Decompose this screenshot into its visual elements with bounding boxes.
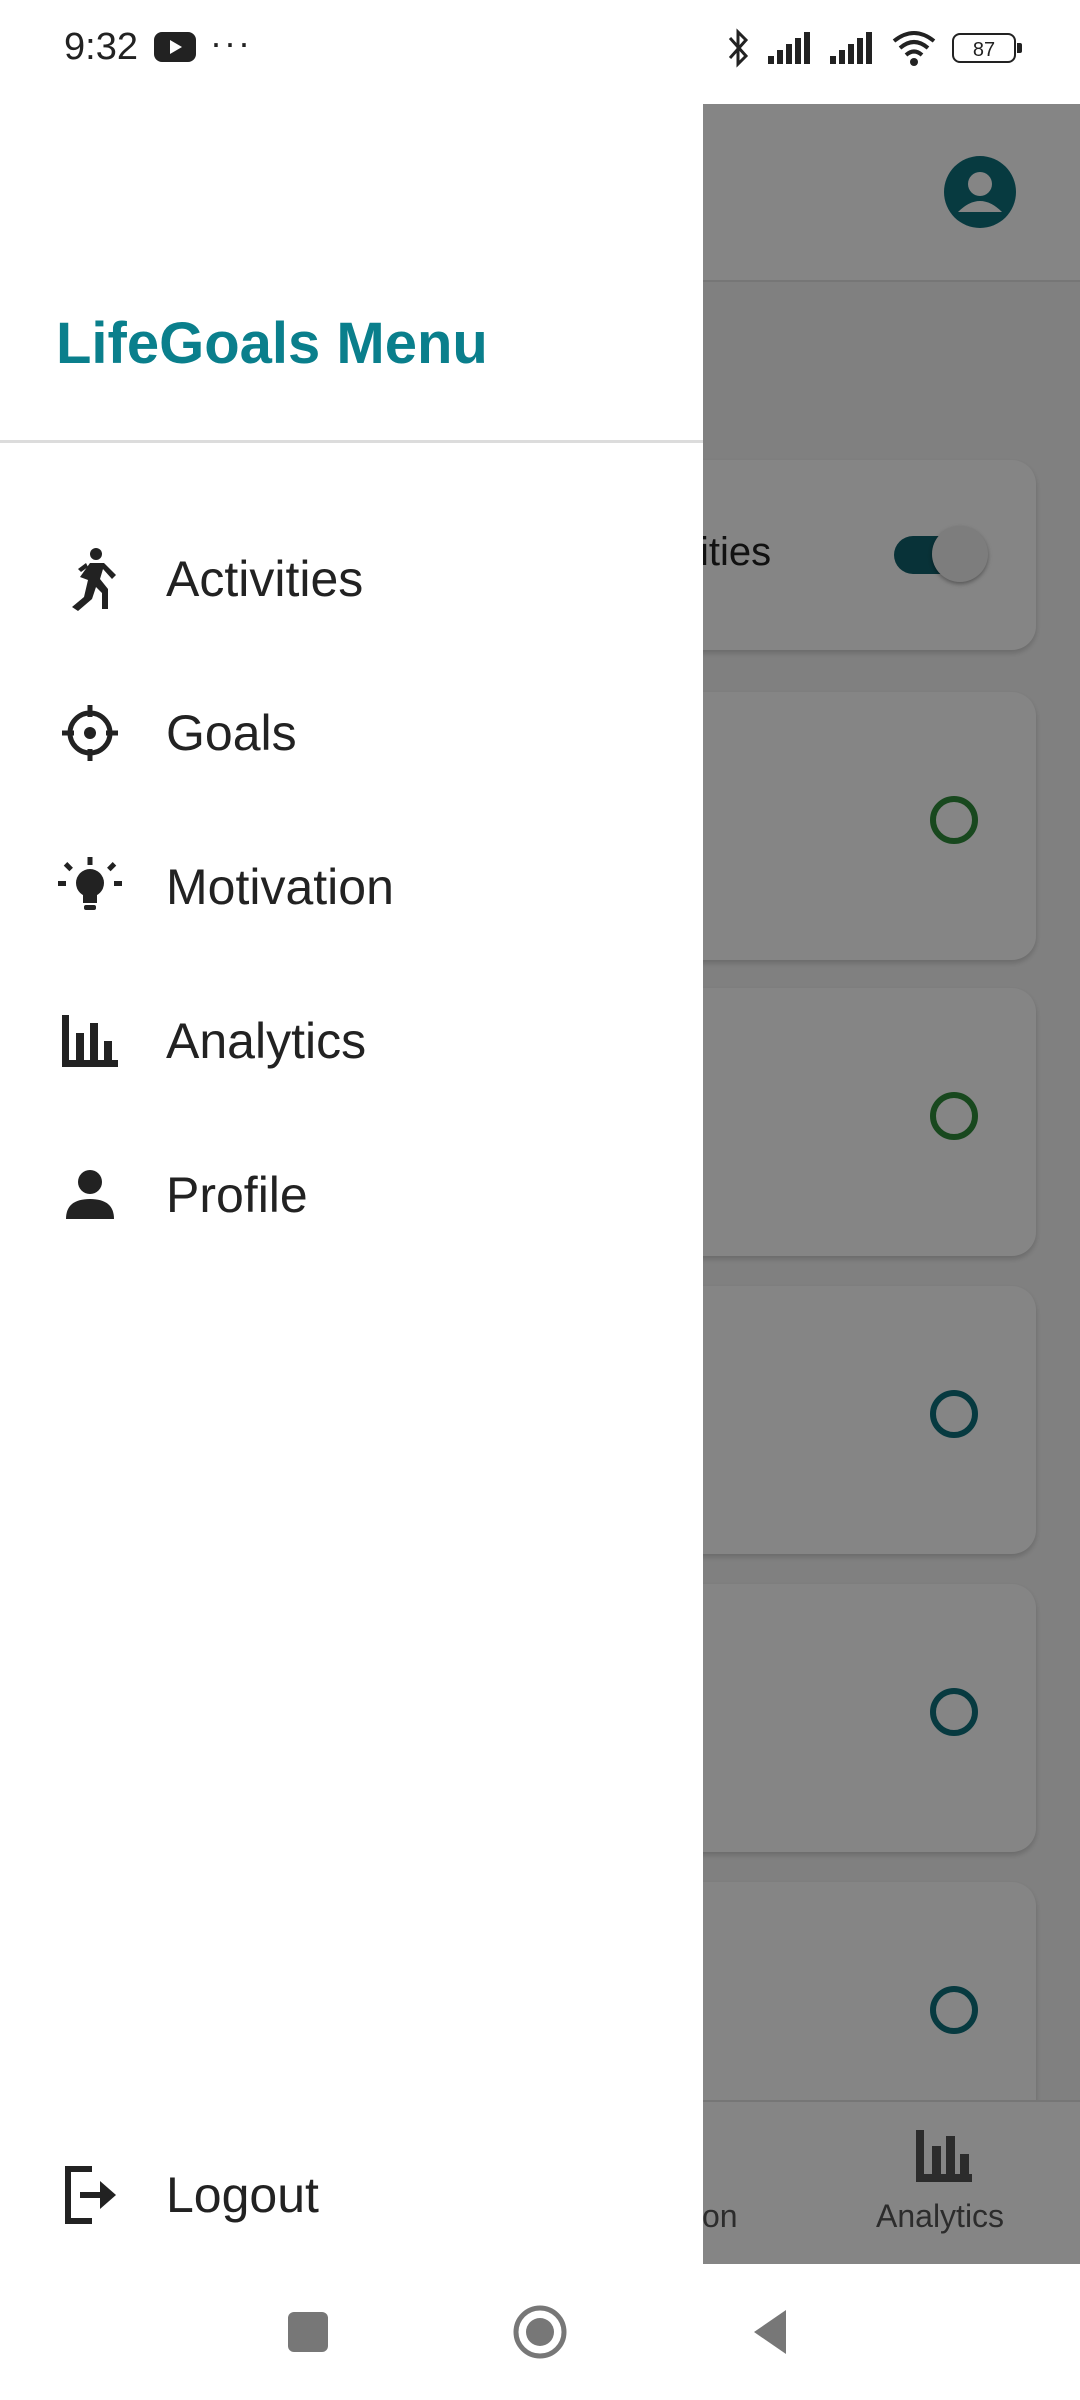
home-button[interactable] xyxy=(512,2304,568,2360)
person-icon xyxy=(58,1163,122,1227)
menu-item-label: Logout xyxy=(166,2167,319,2223)
menu-item-profile[interactable]: Profile xyxy=(0,1120,703,1270)
battery-icon: 87 xyxy=(952,33,1022,63)
battery-level: 87 xyxy=(972,39,996,61)
menu-item-label: Profile xyxy=(166,1167,308,1223)
status-time: 9:32 xyxy=(64,26,138,68)
drawer-header: LifeGoals Menu xyxy=(0,104,703,443)
recents-button[interactable] xyxy=(280,2304,336,2360)
wifi-icon xyxy=(892,31,936,66)
lightbulb-icon xyxy=(58,855,122,919)
menu-item-label: Activities xyxy=(166,551,364,607)
running-icon xyxy=(58,547,122,611)
status-bar: 9:32 ··· 87 xyxy=(0,0,1080,104)
menu-item-analytics[interactable]: Analytics xyxy=(0,966,703,1116)
system-navigation-bar xyxy=(0,2264,1080,2400)
menu-item-label: Goals xyxy=(166,705,297,761)
menu-item-motivation[interactable]: Motivation xyxy=(0,812,703,962)
menu-item-activities[interactable]: Activities xyxy=(0,504,703,654)
menu-item-logout[interactable]: Logout xyxy=(0,2120,703,2270)
signal-icon xyxy=(830,32,872,64)
menu-item-label: Analytics xyxy=(166,1013,367,1069)
drawer-title: LifeGoals Menu xyxy=(56,311,488,376)
more-notifications-icon: ··· xyxy=(210,22,252,63)
signal-icon xyxy=(768,32,810,64)
menu-item-label: Motivation xyxy=(166,859,394,915)
logout-icon xyxy=(58,2163,122,2227)
bluetooth-icon xyxy=(728,28,749,68)
target-icon xyxy=(58,701,122,765)
navigation-drawer: LifeGoals Menu Activities Goals Motivati… xyxy=(0,104,703,2264)
menu-item-goals[interactable]: Goals xyxy=(0,658,703,808)
youtube-icon xyxy=(154,32,196,62)
back-button[interactable] xyxy=(744,2304,800,2360)
bar-chart-icon xyxy=(58,1009,122,1073)
